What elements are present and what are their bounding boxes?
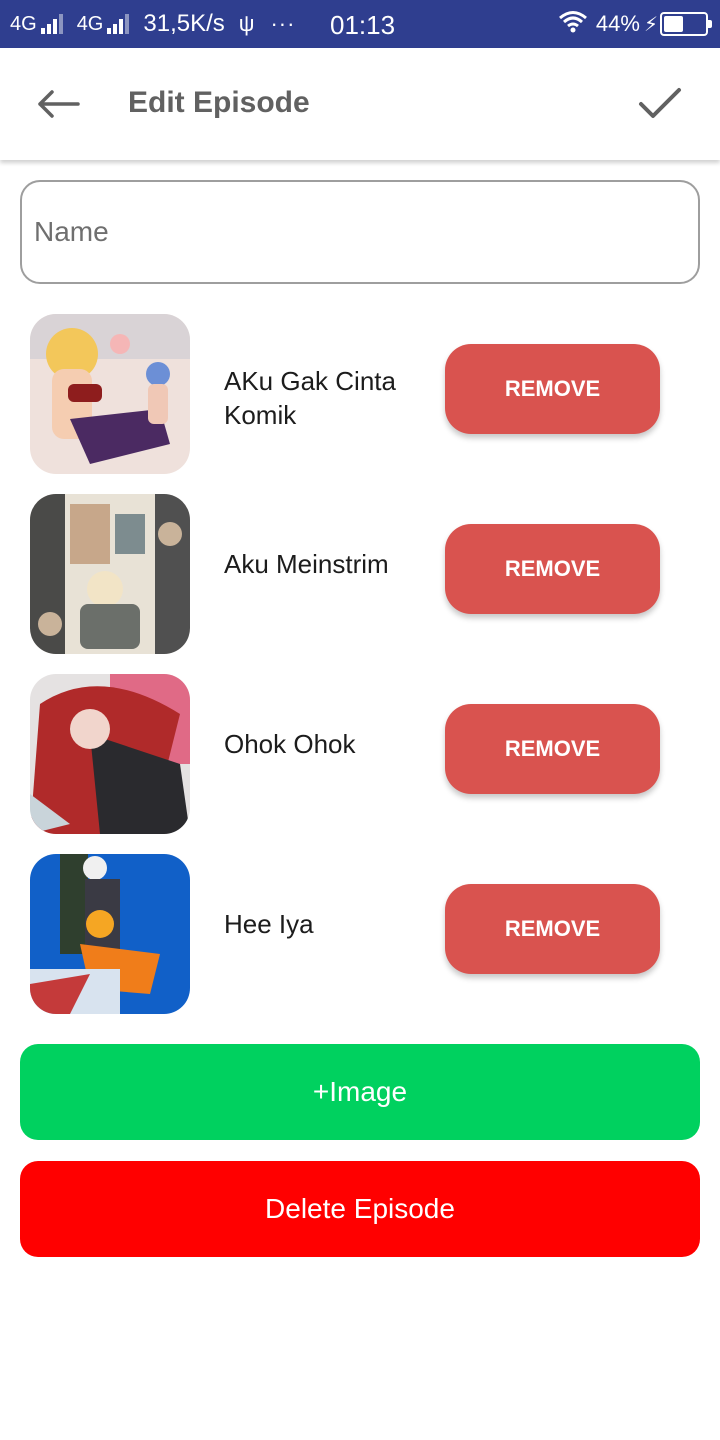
episode-title: Hee Iya [224,909,314,939]
back-button[interactable] [30,82,86,126]
episode-thumbnail [30,314,190,474]
save-button[interactable] [632,80,688,128]
status-bar: 4G 4G 31,5K/s ψ ··· 01:13 44% ⚡ [0,0,720,48]
signal-icon [107,14,131,34]
remove-button[interactable]: REMOVE [445,344,660,434]
status-right: 44% ⚡ [558,9,712,39]
charging-bolt-icon: ⚡ [643,13,658,36]
remove-button[interactable]: REMOVE [445,884,660,974]
status-time: 01:13 [330,10,396,40]
episode-thumbnail [30,854,190,1014]
network-type-2: 4G [76,12,104,35]
battery-percentage: 44% [595,11,640,36]
app-bar: Edit Episode [0,48,720,160]
list-item: Ohok Ohok REMOVE [0,674,720,834]
wifi-icon [558,9,588,39]
signal-icon [40,14,65,34]
check-icon [639,88,681,118]
network-speed: 31,5K/s [143,10,225,37]
battery-icon [660,12,712,36]
episode-thumbnail [30,674,190,834]
episode-title: Aku Meinstrim [224,549,389,579]
remove-button[interactable]: REMOVE [445,524,660,614]
usb-icon: ψ [238,11,255,36]
list-item: Hee Iya REMOVE [0,854,720,1014]
network-type-1: 4G [10,12,37,35]
remove-button[interactable]: REMOVE [445,704,660,794]
name-input[interactable] [20,180,700,284]
arrow-left-icon [38,90,80,118]
status-left: 4G 4G 31,5K/s ψ ··· [10,10,295,38]
delete-episode-button[interactable]: Delete Episode [20,1161,700,1257]
episode-title: Ohok Ohok [224,729,356,759]
episode-thumbnail [30,494,190,654]
list-item: AKu Gak Cinta Komik REMOVE [0,314,720,474]
add-image-button[interactable]: +Image [20,1044,700,1140]
episode-title: AKu Gak Cinta Komik [224,366,396,430]
more-notifications-icon: ··· [270,11,296,36]
page-title: Edit Episode [128,86,310,119]
list-item: Aku Meinstrim REMOVE [0,494,720,654]
battery-level [664,16,684,32]
